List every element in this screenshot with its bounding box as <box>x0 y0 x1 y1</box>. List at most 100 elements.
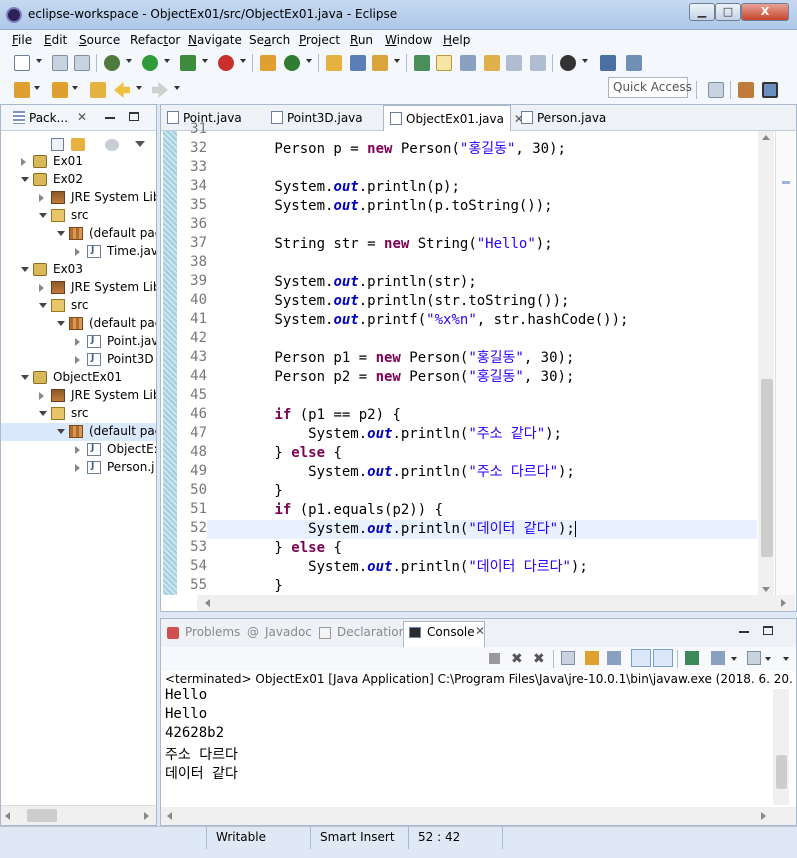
close-button[interactable]: X <box>741 3 789 21</box>
menu-edit[interactable]: Edit <box>44 33 67 47</box>
menu-navigate[interactable]: Navigate <box>188 33 242 47</box>
save-all-icon[interactable] <box>74 55 90 71</box>
show-console-on-error-icon[interactable] <box>653 649 673 667</box>
tree-item[interactable]: src <box>1 297 156 315</box>
show-console-on-output-icon[interactable] <box>631 649 651 667</box>
expanded-arrow-icon[interactable] <box>39 213 47 218</box>
code-line[interactable]: System.out.printf("%x%n", str.hashCode()… <box>207 311 757 330</box>
menu-project[interactable]: Project <box>299 33 340 47</box>
tab-person-java[interactable]: Person.java <box>515 105 611 131</box>
tab-declaration[interactable]: Declaration <box>337 625 406 639</box>
chevron-down-icon[interactable] <box>731 657 737 661</box>
remove-all-terminated-icon[interactable]: ✖ <box>533 651 545 667</box>
close-icon[interactable]: ✕ <box>77 110 87 124</box>
code-line[interactable]: } else { <box>207 444 757 463</box>
code-line[interactable]: Person p = new Person("홍길동", 30); <box>207 140 757 159</box>
code-line[interactable]: if (p1.equals(p2)) { <box>207 501 757 520</box>
tab-objectex01-java[interactable]: ObjectEx01.java ✕ <box>383 105 524 131</box>
collapsed-arrow-icon[interactable] <box>75 356 80 364</box>
console-vertical-scrollbar[interactable] <box>773 689 789 805</box>
chevron-down-icon[interactable] <box>174 86 180 90</box>
scroll-right-icon[interactable] <box>144 812 149 820</box>
vertical-scroll-thumb[interactable] <box>761 379 773 557</box>
paragraph-icon[interactable] <box>530 55 546 71</box>
display-selected-console-icon[interactable] <box>711 651 725 665</box>
scroll-down-icon[interactable] <box>762 587 770 592</box>
menu-run[interactable]: Run <box>350 33 373 47</box>
maximize-view-icon[interactable] <box>763 626 773 635</box>
toggle-block-selection-icon[interactable] <box>460 55 476 71</box>
menu-window[interactable]: Window <box>385 33 432 47</box>
code-line[interactable] <box>207 216 757 235</box>
scroll-right-icon[interactable] <box>781 599 786 607</box>
menu-file[interactable]: File <box>12 33 32 47</box>
java-perspective-icon[interactable] <box>762 82 778 98</box>
chevron-down-icon[interactable] <box>582 59 588 63</box>
code-line[interactable]: if (p1 == p2) { <box>207 406 757 425</box>
open-type-icon[interactable] <box>326 55 342 71</box>
tree-item[interactable]: Ex03 <box>1 261 156 279</box>
skip-breakpoints-icon[interactable] <box>626 55 642 71</box>
code-line[interactable]: String str = new String("Hello"); <box>207 235 757 254</box>
word-wrap-icon[interactable] <box>607 651 621 665</box>
coverage-icon[interactable] <box>180 55 196 71</box>
chevron-down-icon[interactable] <box>306 59 312 63</box>
last-edit-location-icon[interactable] <box>90 82 106 98</box>
tree-item[interactable]: src <box>1 405 156 423</box>
quick-access-input[interactable]: Quick Access <box>608 77 692 98</box>
word-wrap-icon[interactable] <box>506 55 522 71</box>
toggle-mark-occurrences-icon[interactable] <box>436 55 452 71</box>
scroll-lock-icon[interactable] <box>585 651 599 665</box>
code-line[interactable] <box>207 330 757 349</box>
chevron-down-icon[interactable] <box>126 59 132 63</box>
collapsed-arrow-icon[interactable] <box>39 284 44 292</box>
collapsed-arrow-icon[interactable] <box>75 338 80 346</box>
pin-console-icon[interactable] <box>685 651 699 665</box>
open-console-icon[interactable] <box>747 651 761 665</box>
tree-item[interactable]: Point3D <box>1 351 156 369</box>
tree-item[interactable]: ObjectE: <box>1 441 156 459</box>
collapsed-arrow-icon[interactable] <box>75 464 80 472</box>
code-line[interactable]: Person p1 = new Person("홍길동", 30); <box>207 349 757 368</box>
close-icon[interactable]: ✕ <box>475 624 485 638</box>
debug-icon[interactable] <box>104 55 120 71</box>
collapsed-arrow-icon[interactable] <box>75 248 80 256</box>
code-line[interactable] <box>207 387 757 406</box>
chevron-down-icon[interactable] <box>36 59 42 63</box>
collapsed-arrow-icon[interactable] <box>39 392 44 400</box>
code-line[interactable]: System.out.println(p); <box>207 178 757 197</box>
tree-item[interactable]: (default pac <box>1 315 156 333</box>
package-explorer-tab[interactable]: Pack... ✕ <box>1 105 156 131</box>
external-tools-icon[interactable] <box>218 55 234 71</box>
code-line[interactable] <box>207 131 757 140</box>
minimize-view-icon[interactable] <box>105 117 115 119</box>
open-task-icon[interactable] <box>372 55 388 71</box>
scroll-left-icon[interactable] <box>5 812 10 820</box>
debug-perspective-icon[interactable] <box>560 55 576 71</box>
tab-point-java[interactable]: Point.java <box>161 105 261 131</box>
link-with-editor-icon[interactable] <box>71 138 85 151</box>
tree-item[interactable]: Ex01 <box>1 153 156 171</box>
tree-item[interactable]: JRE System Lib <box>1 189 156 207</box>
scroll-left-icon[interactable] <box>167 812 172 820</box>
menu-search[interactable]: Search <box>249 33 290 47</box>
pin-editor-icon[interactable] <box>600 55 616 71</box>
tree-item[interactable]: ObjectEx01 <box>1 369 156 387</box>
tab-console[interactable]: Console <box>427 625 475 639</box>
occurrence-marker[interactable] <box>782 181 790 184</box>
code-line[interactable]: Person p2 = new Person("홍길동", 30); <box>207 368 757 387</box>
tab-problems[interactable]: Problems <box>185 625 240 639</box>
horizontal-scrollbar[interactable] <box>1 805 156 825</box>
console-output[interactable]: Hello Hello 42628b2 주소 다르다 데이터 같다 <box>161 687 771 805</box>
expanded-arrow-icon[interactable] <box>57 321 65 326</box>
chevron-down-icon[interactable] <box>202 59 208 63</box>
collapsed-arrow-icon[interactable] <box>21 158 26 166</box>
status-insert-mode[interactable]: Smart Insert <box>320 830 395 844</box>
code-line[interactable] <box>207 159 757 178</box>
code-line[interactable]: System.out.println("주소 같다"); <box>207 425 757 444</box>
chevron-down-icon[interactable] <box>765 657 771 661</box>
editor-horizontal-scrollbar[interactable] <box>197 595 795 611</box>
code-area[interactable]: Person p = new Person("홍길동", 30); System… <box>207 131 757 595</box>
code-line[interactable]: } <box>207 482 757 501</box>
menu-help[interactable]: Help <box>443 33 470 47</box>
